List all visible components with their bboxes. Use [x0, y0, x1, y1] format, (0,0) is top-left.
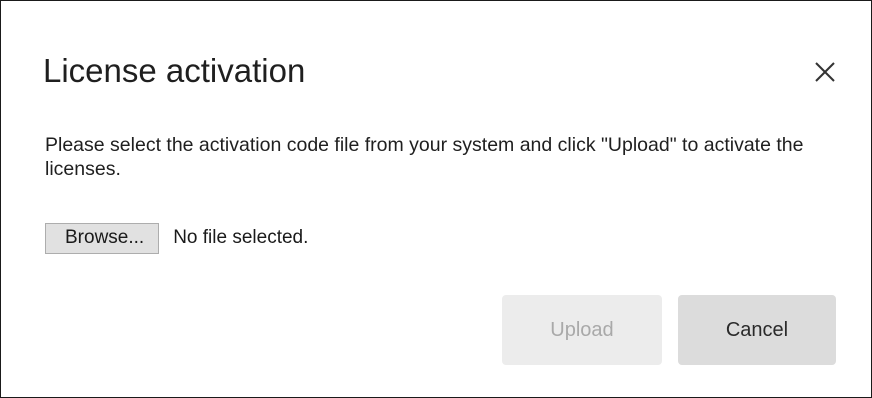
close-icon: [815, 62, 835, 82]
file-status-label: No file selected.: [173, 227, 309, 248]
cancel-button[interactable]: Cancel: [678, 295, 836, 365]
file-input: Browse... No file selected.: [45, 222, 308, 254]
upload-button[interactable]: Upload: [502, 295, 662, 365]
dialog-title: License activation: [43, 52, 306, 89]
browse-button[interactable]: Browse...: [45, 222, 160, 254]
close-button[interactable]: [807, 54, 843, 90]
dialog-message: Please select the activation code file f…: [45, 134, 804, 180]
license-activation-dialog: License activation Please select the act…: [0, 0, 872, 398]
